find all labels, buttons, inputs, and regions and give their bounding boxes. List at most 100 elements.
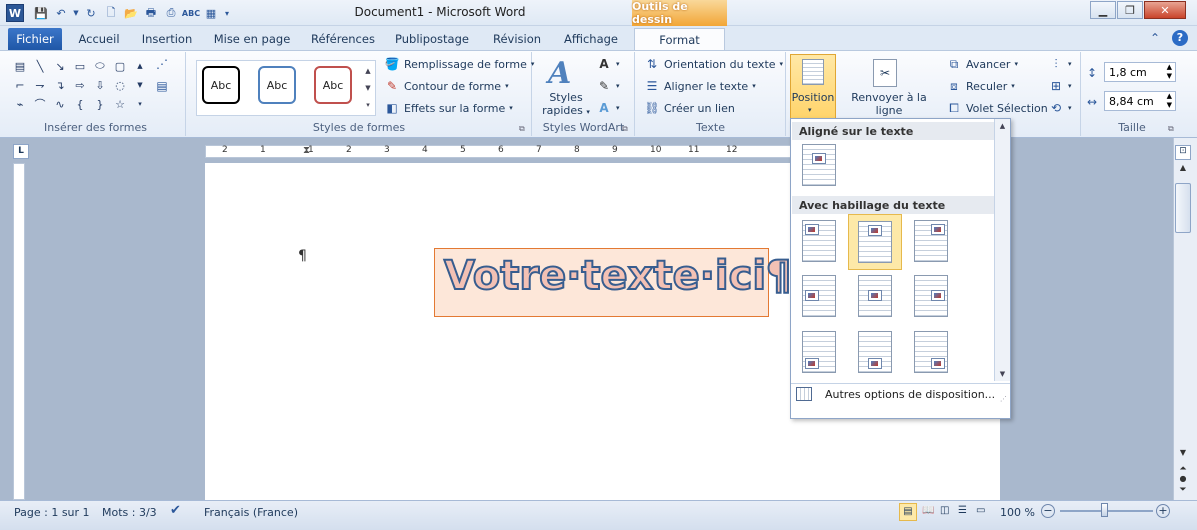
position-middle-center-option[interactable] [857,274,893,318]
redo-icon[interactable]: ↻ [82,4,100,22]
tab-selector-icon[interactable]: L [13,144,29,159]
maximize-button[interactable]: ❐ [1117,1,1143,19]
tab-format[interactable]: Format [634,28,725,50]
dialog-launcher-icon[interactable]: ⧉ [519,124,525,134]
position-top-right-option[interactable] [913,219,949,263]
vertical-ruler[interactable] [13,163,25,500]
spinner-icon[interactable]: ▲ ▼ [1167,92,1172,110]
dialog-launcher-icon[interactable]: ⧉ [1168,124,1174,134]
left-brace-shape-icon[interactable]: { [72,96,88,112]
new-icon[interactable]: 🗋 [102,4,120,22]
zoom-level[interactable]: 100 % [1000,506,1035,519]
line-shape-icon[interactable]: ╲ [32,58,48,74]
send-backward-button[interactable]: ⧈ Reculer ▾ [946,78,1015,94]
cloud-callout-icon[interactable]: ◌ [112,77,128,93]
position-inline-option[interactable] [801,143,837,187]
shapes-gallery[interactable]: ▤ ╲ ↘ ▭ ⬭ ▢ ▲ ⌐ ⇁ ↴ ⇨ ⇩ ◌ ▼ ⌁ ⌒ ∿ { } ☆ … [12,58,143,112]
tab-review[interactable]: Révision [488,28,546,50]
position-middle-left-option[interactable] [801,274,837,318]
scroll-thumb[interactable] [1175,183,1191,233]
star-shape-icon[interactable]: ☆ [112,96,128,112]
selection-pane-button[interactable]: ⧠ Volet Sélection [946,100,1048,116]
quick-print-icon[interactable]: ⎙ [162,4,180,22]
rectangle-shape-icon[interactable]: ▭ [72,58,88,74]
elbow-arrow-connector-icon[interactable]: ⇁ [32,77,48,93]
more-icon[interactable]: ▾ [366,101,370,109]
scroll-up-icon[interactable]: ▲ [365,67,370,75]
wordart-a-icon[interactable]: A [548,56,571,91]
width-field[interactable]: 8,84 cm ▲ ▼ [1104,91,1176,111]
rotate-button[interactable]: ⟲ ▾ [1048,100,1072,116]
minimize-button[interactable]: ▁ [1090,1,1116,19]
page-count[interactable]: Page : 1 sur 1 [14,506,90,519]
spinner-icon[interactable]: ▲ ▼ [1167,63,1172,81]
shape-style-red[interactable]: Abc [314,66,352,104]
tab-insert[interactable]: Insertion [138,28,196,50]
create-link-button[interactable]: ⛓ Créer un lien [644,100,734,116]
more-layout-options-item[interactable]: Autres options de disposition... ⋰ [791,383,1010,405]
word-logo-icon[interactable]: W [6,4,24,22]
align-objects-button[interactable]: ⫶ ▾ [1048,56,1071,72]
textbox-shape-icon[interactable]: ▤ [12,58,28,74]
down-arrow-shape-icon[interactable]: ⇩ [92,77,108,93]
position-middle-right-option[interactable] [913,274,949,318]
language-status[interactable]: Français (France) [204,506,298,519]
scroll-down-arrow-icon[interactable]: ▼ [995,370,1010,378]
full-screen-reading-icon[interactable]: 📖 [922,505,934,516]
draw-table-icon[interactable]: ▦ [202,4,220,22]
tab-home[interactable]: Accueil [74,28,124,50]
zoom-slider-thumb[interactable] [1101,503,1108,517]
edit-shape-icon[interactable]: ⋰ [154,56,170,72]
freeform-shape-icon[interactable]: ⌁ [12,96,28,112]
curve-shape-icon[interactable]: ∿ [52,96,68,112]
dropdown-scrollbar[interactable]: ▲ ▼ [994,119,1010,381]
tab-file[interactable]: Fichier [8,28,62,50]
gallery-more-icon[interactable]: ▾ [132,96,148,112]
undo-icon[interactable]: ↶ [52,4,70,22]
tab-view[interactable]: Affichage [560,28,622,50]
proofing-icon[interactable]: ✔ [170,503,181,518]
curved-connector-icon[interactable]: ↴ [52,77,68,93]
undo-dropdown-icon[interactable]: ▼ [72,4,80,22]
bring-forward-button[interactable]: ⧉ Avancer ▾ [946,56,1018,72]
arrow-line-shape-icon[interactable]: ↘ [52,58,68,74]
position-bottom-left-option[interactable] [801,330,837,374]
oval-shape-icon[interactable]: ⬭ [92,58,108,74]
quick-styles-button[interactable]: Styles rapides ▾ [540,91,592,119]
close-button[interactable]: ✕ [1144,1,1186,19]
position-bottom-center-option[interactable] [857,330,893,374]
styles-gallery-scroll[interactable]: ▲ ▼ ▾ [362,62,374,114]
gallery-scroll-up-icon[interactable]: ▲ [132,58,148,74]
print-preview-icon[interactable]: 🖶 [142,4,160,22]
arc-shape-icon[interactable]: ⌒ [32,96,48,112]
tab-mailings[interactable]: Publipostage [392,28,472,50]
right-brace-shape-icon[interactable]: } [92,96,108,112]
position-bottom-right-option[interactable] [913,330,949,374]
position-top-left-option[interactable] [801,219,837,263]
scroll-up-arrow-icon[interactable]: ▲ [1175,163,1191,179]
zoom-in-icon[interactable]: + [1156,504,1170,518]
print-layout-icon[interactable]: ▤ [899,503,917,521]
position-top-center-option[interactable] [848,214,902,270]
save-icon[interactable]: 💾 [32,4,50,22]
text-effects-button[interactable]: A ▾ [596,100,619,116]
tab-references[interactable]: Références [308,28,378,50]
shape-effects-button[interactable]: ◧ Effets sur la forme ▾ [384,100,512,116]
group-objects-button[interactable]: ⊞ ▾ [1048,78,1072,94]
elbow-connector-icon[interactable]: ⌐ [12,77,28,93]
word-count[interactable]: Mots : 3/3 [102,506,157,519]
scroll-up-arrow-icon[interactable]: ▲ [995,122,1010,130]
indent-marker-icon[interactable]: ⧗ [303,145,310,156]
right-arrow-shape-icon[interactable]: ⇨ [72,77,88,93]
align-text-button[interactable]: ☰ Aligner le texte ▾ [644,78,756,94]
height-field[interactable]: 1,8 cm ▲ ▼ [1104,62,1176,82]
scroll-down-icon[interactable]: ▼ [365,84,370,92]
web-layout-icon[interactable]: ◫ [940,505,949,516]
tab-page-layout[interactable]: Mise en page [212,28,292,50]
text-outline-button[interactable]: ✎ ▾ [596,78,620,94]
scroll-down-arrow-icon[interactable]: ▼ [1175,448,1191,462]
text-fill-button[interactable]: A ▾ [596,56,619,72]
minimize-ribbon-icon[interactable]: ⌃ [1150,31,1160,45]
wordart-text[interactable]: Votre·texte·ici¶ [443,252,792,300]
customize-qat-icon[interactable]: ▾ [222,4,232,22]
